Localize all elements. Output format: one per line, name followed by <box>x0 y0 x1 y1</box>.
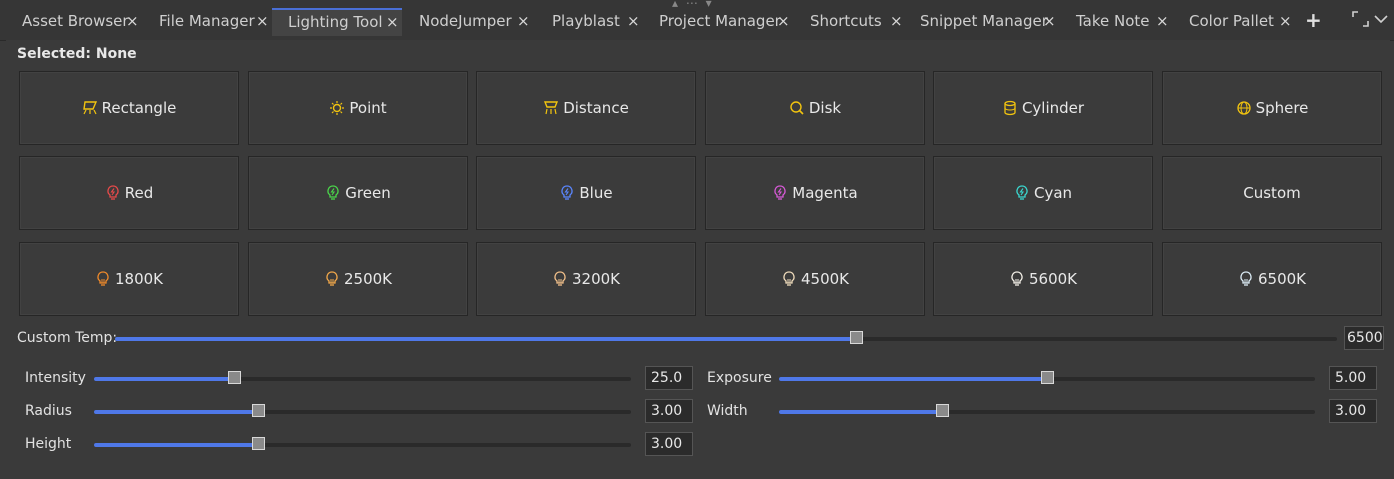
intensity-slider[interactable] <box>94 371 631 384</box>
bulb-icon <box>324 271 340 287</box>
slider-fill <box>94 410 258 414</box>
exposure-value[interactable]: 5.00 <box>1329 366 1377 390</box>
height-slider[interactable] <box>94 437 631 450</box>
temp-6500k-button[interactable]: 6500K <box>1162 242 1382 316</box>
slider-fill <box>94 377 234 381</box>
custom-color-button[interactable]: Custom <box>1162 156 1382 230</box>
exposure-label: Exposure <box>707 370 772 386</box>
tab-bar: ▴ ⋯ ▾ Asset Browser × File Manager × Lig… <box>0 0 1394 41</box>
custom-temp-label: Custom Temp: <box>17 330 118 346</box>
slider-fill <box>779 377 1047 381</box>
rectangle-light-icon <box>82 100 98 116</box>
slider-fill <box>94 443 258 447</box>
tab-lighting-tool[interactable]: Lighting Tool × <box>272 8 402 36</box>
slider-handle[interactable] <box>252 404 265 417</box>
close-icon[interactable]: × <box>256 9 269 33</box>
point-light-button[interactable]: Point <box>248 71 468 145</box>
slider-fill <box>115 337 856 341</box>
sphere-light-icon <box>1236 100 1252 116</box>
cylinder-light-button[interactable]: Cylinder <box>933 71 1153 145</box>
radius-value[interactable]: 3.00 <box>645 399 693 423</box>
radius-slider[interactable] <box>94 404 631 417</box>
bulb-bolt-icon <box>105 185 121 201</box>
width-value[interactable]: 3.00 <box>1329 399 1377 423</box>
height-value[interactable]: 3.00 <box>645 432 693 456</box>
close-icon[interactable]: × <box>1043 9 1056 33</box>
magenta-light-button[interactable]: Magenta <box>705 156 925 230</box>
close-icon[interactable]: × <box>627 9 640 33</box>
close-icon[interactable]: × <box>1156 9 1169 33</box>
close-icon[interactable]: × <box>126 9 139 33</box>
bulb-icon <box>1238 271 1254 287</box>
rectangle-light-button[interactable]: Rectangle <box>19 71 239 145</box>
bulb-icon <box>1009 271 1025 287</box>
bulb-icon <box>552 271 568 287</box>
sphere-light-button[interactable]: Sphere <box>1162 71 1382 145</box>
slider-handle[interactable] <box>1041 371 1054 384</box>
red-light-button[interactable]: Red <box>19 156 239 230</box>
slider-handle[interactable] <box>228 371 241 384</box>
custom-temp-slider[interactable] <box>115 331 1337 344</box>
width-label: Width <box>707 403 748 419</box>
bulb-bolt-icon <box>772 185 788 201</box>
green-light-button[interactable]: Green <box>248 156 468 230</box>
height-label: Height <box>25 436 72 452</box>
distance-light-button[interactable]: Distance <box>476 71 696 145</box>
temp-4500k-button[interactable]: 4500K <box>705 242 925 316</box>
bulb-icon <box>781 271 797 287</box>
window-controls <box>1351 10 1389 32</box>
temp-5600k-button[interactable]: 5600K <box>933 242 1153 316</box>
radius-label: Radius <box>25 403 72 419</box>
cyan-light-button[interactable]: Cyan <box>933 156 1153 230</box>
intensity-label: Intensity <box>25 370 86 386</box>
custom-temp-value[interactable]: 6500 <box>1344 326 1384 350</box>
close-icon[interactable]: × <box>386 10 399 34</box>
bulb-bolt-icon <box>1014 185 1030 201</box>
close-icon[interactable]: × <box>517 9 530 33</box>
distance-light-icon <box>543 100 559 116</box>
selection-status: Selected: None <box>17 46 137 62</box>
disk-light-icon <box>789 100 805 116</box>
temp-1800k-button[interactable]: 1800K <box>19 242 239 316</box>
bulb-icon <box>95 271 111 287</box>
close-icon[interactable]: × <box>777 9 790 33</box>
slider-handle[interactable] <box>936 404 949 417</box>
close-icon[interactable]: × <box>1279 9 1292 33</box>
slider-handle[interactable] <box>850 331 863 344</box>
slider-fill <box>779 410 942 414</box>
add-tab-button[interactable]: + <box>1305 8 1322 32</box>
temp-2500k-button[interactable]: 2500K <box>248 242 468 316</box>
width-slider[interactable] <box>779 404 1315 417</box>
blue-light-button[interactable]: Blue <box>476 156 696 230</box>
bulb-bolt-icon <box>559 185 575 201</box>
close-icon[interactable]: × <box>890 9 903 33</box>
temp-3200k-button[interactable]: 3200K <box>476 242 696 316</box>
point-light-icon <box>329 100 345 116</box>
maximize-icon[interactable] <box>1351 10 1389 28</box>
exposure-slider[interactable] <box>779 371 1315 384</box>
cylinder-light-icon <box>1002 100 1018 116</box>
bulb-bolt-icon <box>325 185 341 201</box>
intensity-value[interactable]: 25.0 <box>645 366 693 390</box>
disk-light-button[interactable]: Disk <box>705 71 925 145</box>
slider-handle[interactable] <box>252 437 265 450</box>
